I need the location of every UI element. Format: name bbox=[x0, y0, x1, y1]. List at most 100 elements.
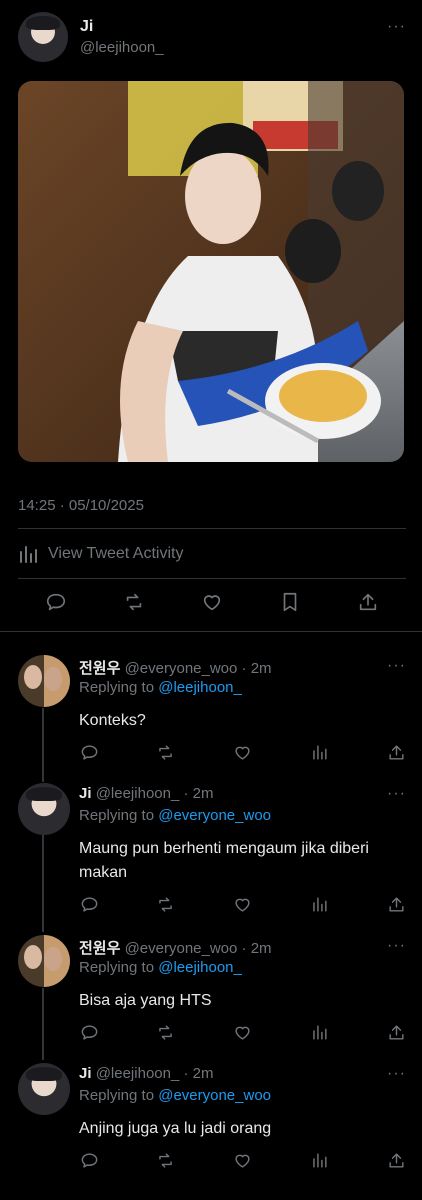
reply-button[interactable] bbox=[79, 1022, 99, 1042]
tweet-header: Ji @leejihoon_ ··· bbox=[18, 12, 406, 62]
reply-icon bbox=[81, 1024, 97, 1040]
thread-connector bbox=[42, 832, 44, 932]
tweet-action-bar bbox=[18, 590, 406, 620]
replying-to-prefix: Replying to bbox=[79, 807, 159, 824]
author-handle[interactable]: @leejihoon_ bbox=[80, 39, 164, 56]
view-tweet-activity-label: View Tweet Activity bbox=[48, 545, 184, 562]
share-icon bbox=[388, 744, 404, 760]
replying-to-prefix: Replying to bbox=[79, 1087, 159, 1104]
replying-to-mention[interactable]: @leejihoon_ bbox=[158, 959, 242, 976]
reply-text: Maung pun berhenti mengaum jika diberi m… bbox=[79, 840, 369, 881]
reply-time: · 2m bbox=[241, 940, 272, 957]
analytics-icon bbox=[312, 1024, 327, 1040]
like-button[interactable] bbox=[233, 1022, 253, 1042]
reply-text: Bisa aja yang HTS bbox=[79, 992, 212, 1009]
retweet-icon bbox=[126, 593, 142, 611]
more-options-icon[interactable]: ··· bbox=[387, 658, 406, 674]
reply-button[interactable] bbox=[44, 590, 68, 614]
share-button[interactable] bbox=[386, 894, 406, 914]
like-icon bbox=[235, 746, 250, 760]
analytics-button[interactable] bbox=[309, 742, 329, 762]
retweet-icon bbox=[159, 1152, 173, 1168]
reply-author-handle[interactable]: @everyone_woo bbox=[125, 660, 238, 677]
replying-to-mention[interactable]: @everyone_woo bbox=[158, 1087, 271, 1104]
reply-action-bar bbox=[79, 1022, 406, 1044]
reply-action-bar bbox=[79, 742, 406, 764]
reply-button[interactable] bbox=[79, 1150, 99, 1170]
retweet-button[interactable] bbox=[156, 1022, 176, 1042]
replying-to: Replying to @leejihoon_ bbox=[79, 959, 242, 976]
bookmark-icon bbox=[283, 592, 297, 612]
replying-to-prefix: Replying to bbox=[79, 679, 159, 696]
reply-button[interactable] bbox=[79, 742, 99, 762]
more-options-icon[interactable]: ··· bbox=[387, 19, 406, 35]
more-options-icon[interactable]: ··· bbox=[387, 1066, 406, 1082]
share-button[interactable] bbox=[386, 1022, 406, 1042]
analytics-button[interactable] bbox=[309, 1150, 329, 1170]
reply-header: Ji @leejihoon_ · 2m bbox=[79, 1065, 213, 1082]
replying-to: Replying to @everyone_woo bbox=[79, 807, 271, 824]
analytics-button[interactable] bbox=[309, 1022, 329, 1042]
analytics-button[interactable] bbox=[309, 894, 329, 914]
photo-illustration bbox=[18, 81, 404, 462]
reply-author-handle[interactable]: @leejihoon_ bbox=[96, 1065, 180, 1082]
retweet-button[interactable] bbox=[156, 1150, 176, 1170]
reply-avatar[interactable] bbox=[18, 783, 70, 835]
share-icon bbox=[359, 593, 377, 611]
more-options-icon[interactable]: ··· bbox=[387, 938, 406, 954]
reply-author-name[interactable]: 전원우 bbox=[79, 660, 120, 677]
reply-author-handle[interactable]: @everyone_woo bbox=[125, 940, 238, 957]
reply-time: · 2m bbox=[183, 785, 214, 802]
analytics-icon bbox=[20, 546, 37, 563]
tweet-photo[interactable] bbox=[18, 81, 404, 462]
divider bbox=[18, 528, 406, 529]
share-icon bbox=[388, 1152, 404, 1168]
reply-action-bar bbox=[79, 1150, 406, 1172]
reply-time: · 2m bbox=[183, 1065, 214, 1082]
reply-header: 전원우 @everyone_woo · 2m bbox=[79, 657, 272, 678]
like-icon bbox=[235, 898, 250, 912]
reply-author-name[interactable]: Ji bbox=[79, 785, 92, 802]
like-button[interactable] bbox=[233, 894, 253, 914]
divider bbox=[0, 631, 422, 632]
author-avatar[interactable] bbox=[18, 12, 68, 62]
reply-avatar[interactable] bbox=[18, 1063, 70, 1115]
like-button[interactable] bbox=[233, 742, 253, 762]
reply-author-name[interactable]: 전원우 bbox=[79, 940, 120, 957]
analytics-icon bbox=[312, 1152, 327, 1168]
retweet-icon bbox=[159, 1024, 173, 1040]
replying-to: Replying to @everyone_woo bbox=[79, 1087, 271, 1104]
reply-author-handle[interactable]: @leejihoon_ bbox=[96, 785, 180, 802]
author-name[interactable]: Ji bbox=[80, 18, 93, 36]
like-icon bbox=[235, 1026, 250, 1040]
replying-to-prefix: Replying to bbox=[79, 959, 159, 976]
divider bbox=[18, 578, 406, 579]
replying-to: Replying to @leejihoon_ bbox=[79, 679, 242, 696]
view-tweet-activity[interactable]: View Tweet Activity bbox=[18, 542, 183, 566]
retweet-button[interactable] bbox=[122, 590, 146, 614]
share-button[interactable] bbox=[386, 1150, 406, 1170]
share-icon bbox=[388, 1024, 404, 1040]
reply-avatar[interactable] bbox=[18, 935, 70, 987]
share-button[interactable] bbox=[356, 590, 380, 614]
replying-to-mention[interactable]: @leejihoon_ bbox=[158, 679, 242, 696]
share-button[interactable] bbox=[386, 742, 406, 762]
retweet-icon bbox=[159, 896, 173, 912]
like-button[interactable] bbox=[200, 590, 224, 614]
reply-time: · 2m bbox=[241, 660, 272, 677]
more-options-icon[interactable]: ··· bbox=[387, 786, 406, 802]
replying-to-mention[interactable]: @everyone_woo bbox=[158, 807, 271, 824]
analytics-icon bbox=[312, 744, 327, 760]
bookmark-button[interactable] bbox=[278, 590, 302, 614]
retweet-button[interactable] bbox=[156, 742, 176, 762]
like-button[interactable] bbox=[233, 1150, 253, 1170]
reply-text: Anjing juga ya lu jadi orang bbox=[79, 1120, 272, 1137]
reply-avatar[interactable] bbox=[18, 655, 70, 707]
tweet-timestamp[interactable]: 14:25 · 05/10/2025 bbox=[18, 497, 144, 514]
reply-text: Konteks? bbox=[79, 712, 146, 729]
reply-button[interactable] bbox=[79, 894, 99, 914]
reply-header: 전원우 @everyone_woo · 2m bbox=[79, 937, 272, 958]
share-icon bbox=[388, 896, 404, 912]
reply-author-name[interactable]: Ji bbox=[79, 1065, 92, 1082]
retweet-button[interactable] bbox=[156, 894, 176, 914]
